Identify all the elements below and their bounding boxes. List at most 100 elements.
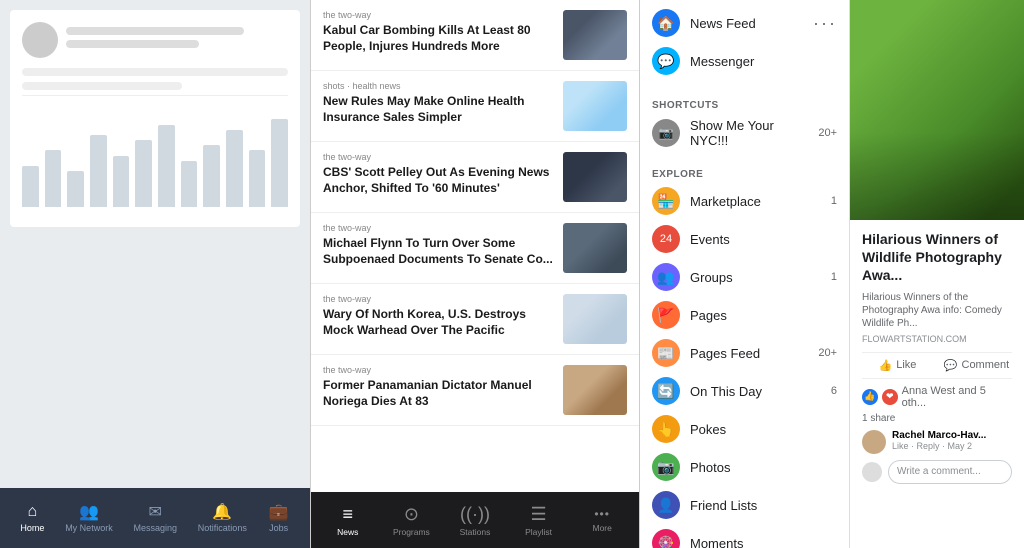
news-item-text: the two-way Kabul Car Bombing Kills At L…	[323, 10, 553, 54]
linkedin-bottom-nav: ⌂ Home 👥 My Network ✉ Messaging 🔔 Notifi…	[0, 488, 310, 548]
news-nav-more[interactable]: ••• More	[577, 507, 627, 533]
thumbs-up-icon: 👍	[879, 359, 893, 372]
list-item[interactable]: the two-way CBS' Scott Pelley Out As Eve…	[311, 142, 639, 213]
photos-icon: 📷	[652, 453, 680, 481]
sidebar-item-pages[interactable]: 🚩 Pages	[640, 296, 849, 334]
news-item-text: the two-way Former Panamanian Dictator M…	[323, 365, 553, 409]
pagesfeed-badge: 20+	[818, 347, 837, 359]
linkedin-panel: ⌂ Home 👥 My Network ✉ Messaging 🔔 Notifi…	[0, 0, 310, 548]
sidebar-item-moments[interactable]: 🎡 Moments	[640, 524, 849, 548]
chart-bar	[249, 150, 266, 207]
groups-icon: 👥	[652, 263, 680, 291]
explore-title: EXPLORE	[640, 161, 849, 182]
comment-content: Rachel Marco-Hav... Like · Reply · May 2	[892, 430, 986, 451]
more-icon: •••	[594, 507, 610, 521]
sidebar-item-friendlists[interactable]: 👤 Friend Lists	[640, 486, 849, 524]
comment-button[interactable]: 💬 Comment	[941, 359, 1012, 372]
news-nav-stations[interactable]: ((·)) Stations	[450, 504, 500, 537]
chart-bar	[135, 140, 152, 207]
sidebar-item-onthisday[interactable]: 🔄 On This Day 6	[640, 372, 849, 410]
post-actions: 👍 Like 💬 Comment	[862, 352, 1012, 379]
sidebar-item-nyc[interactable]: 📷 Show Me Your NYC!!! 20+	[640, 113, 849, 153]
comment-input-avatar	[862, 462, 882, 482]
list-item[interactable]: the two-way Wary Of North Korea, U.S. De…	[311, 284, 639, 355]
like-label: Like	[896, 359, 916, 371]
comment-label: Comment	[962, 359, 1010, 371]
comment-avatar	[862, 430, 886, 454]
sidebar-item-marketplace[interactable]: 🏪 Marketplace 1	[640, 182, 849, 220]
news-nav-news[interactable]: ≡ News	[323, 504, 373, 537]
list-item[interactable]: the two-way Kabul Car Bombing Kills At L…	[311, 0, 639, 71]
moments-icon: 🎡	[652, 529, 680, 548]
linkedin-nav-messaging[interactable]: ✉ Messaging	[133, 503, 177, 533]
news-icon: ≡	[343, 504, 354, 525]
home-icon: ⌂	[21, 503, 43, 521]
news-source: the two-way	[323, 294, 553, 304]
sidebar-item-pagesfeed[interactable]: 📰 Pages Feed 20+	[640, 334, 849, 372]
sidebar-item-newsfeed-label: News Feed	[690, 16, 803, 31]
comment-item: Rachel Marco-Hav... Like · Reply · May 2	[862, 430, 1012, 454]
jobs-icon: 💼	[268, 503, 290, 521]
news-list: the two-way Kabul Car Bombing Kills At L…	[311, 0, 639, 492]
post-image	[850, 0, 1024, 220]
news-thumbnail	[563, 223, 627, 273]
news-panel: the two-way Kabul Car Bombing Kills At L…	[310, 0, 640, 548]
list-item[interactable]: the two-way Former Panamanian Dictator M…	[311, 355, 639, 426]
linkedin-nav-jobs[interactable]: 💼 Jobs	[268, 503, 290, 533]
news-source: the two-way	[323, 365, 553, 375]
events-icon: 24	[652, 225, 680, 253]
post-source: FLOWARTSTATION.COM	[862, 334, 1012, 344]
newsfeed-ellipsis[interactable]: ···	[813, 13, 837, 34]
news-thumbnail	[563, 152, 627, 202]
news-source: the two-way	[323, 152, 553, 162]
sidebar-item-events-label: Events	[690, 232, 827, 247]
pages-icon: 🚩	[652, 301, 680, 329]
chart-bar	[271, 119, 288, 207]
linkedin-nav-network[interactable]: 👥 My Network	[65, 503, 113, 533]
post-body: Hilarious Winners of Wildlife Photograph…	[850, 220, 1024, 548]
linkedin-chart	[22, 95, 288, 215]
messaging-icon: ✉	[144, 503, 166, 521]
like-button[interactable]: 👍 Like	[862, 359, 933, 372]
list-item[interactable]: the two-way Michael Flynn To Turn Over S…	[311, 213, 639, 284]
love-reaction-icon: ❤	[882, 389, 898, 405]
friendlists-icon: 👤	[652, 491, 680, 519]
sidebar-item-newsfeed[interactable]: 🏠 News Feed ···	[640, 4, 849, 42]
news-item-text: shots · health news New Rules May Make O…	[323, 81, 553, 125]
sidebar-item-photos[interactable]: 📷 Photos	[640, 448, 849, 486]
list-item[interactable]: shots · health news New Rules May Make O…	[311, 71, 639, 142]
pagesfeed-icon: 📰	[652, 339, 680, 367]
linkedin-line-3	[22, 68, 288, 76]
news-nav-programs[interactable]: ⊙ Programs	[386, 504, 436, 537]
sidebar-item-messenger[interactable]: 💬 Messenger	[640, 42, 849, 80]
share-count: 1 share	[862, 413, 1012, 424]
sidebar-item-onthisday-label: On This Day	[690, 384, 821, 399]
news-thumbnail	[563, 10, 627, 60]
news-headline: New Rules May Make Online Health Insuran…	[323, 94, 553, 125]
facebook-sidebar: 🏠 News Feed ··· 💬 Messenger SHORTCUTS 📷 …	[640, 0, 850, 548]
news-nav-playlist[interactable]: ☰ Playlist	[514, 504, 564, 537]
news-headline: Kabul Car Bombing Kills At Least 80 Peop…	[323, 23, 553, 54]
linkedin-line-4	[22, 82, 182, 90]
sidebar-item-pokes[interactable]: 👆 Pokes	[640, 410, 849, 448]
linkedin-nav-messaging-label: Messaging	[133, 523, 177, 533]
messenger-icon: 💬	[652, 47, 680, 75]
comment-input[interactable]: Write a comment...	[888, 460, 1012, 484]
sidebar-item-groups-label: Groups	[690, 270, 821, 285]
reaction-bar: 👍 ❤ Anna West and 5 oth...	[862, 385, 1012, 409]
linkedin-nav-notifications[interactable]: 🔔 Notifications	[198, 503, 247, 533]
linkedin-nav-notifications-label: Notifications	[198, 523, 247, 533]
sidebar-item-groups[interactable]: 👥 Groups 1	[640, 258, 849, 296]
marketplace-icon: 🏪	[652, 187, 680, 215]
news-item-text: the two-way CBS' Scott Pelley Out As Eve…	[323, 152, 553, 196]
chart-bar	[90, 135, 107, 207]
notifications-icon: 🔔	[211, 503, 233, 521]
comment-icon: 💬	[944, 359, 958, 372]
linkedin-line-2	[66, 40, 199, 48]
sidebar-item-pokes-label: Pokes	[690, 422, 837, 437]
comment-input-area: Write a comment...	[862, 460, 1012, 484]
chart-bar	[181, 161, 198, 207]
groups-badge: 1	[831, 271, 837, 283]
linkedin-nav-home[interactable]: ⌂ Home	[20, 503, 44, 533]
sidebar-item-events[interactable]: 24 Events	[640, 220, 849, 258]
